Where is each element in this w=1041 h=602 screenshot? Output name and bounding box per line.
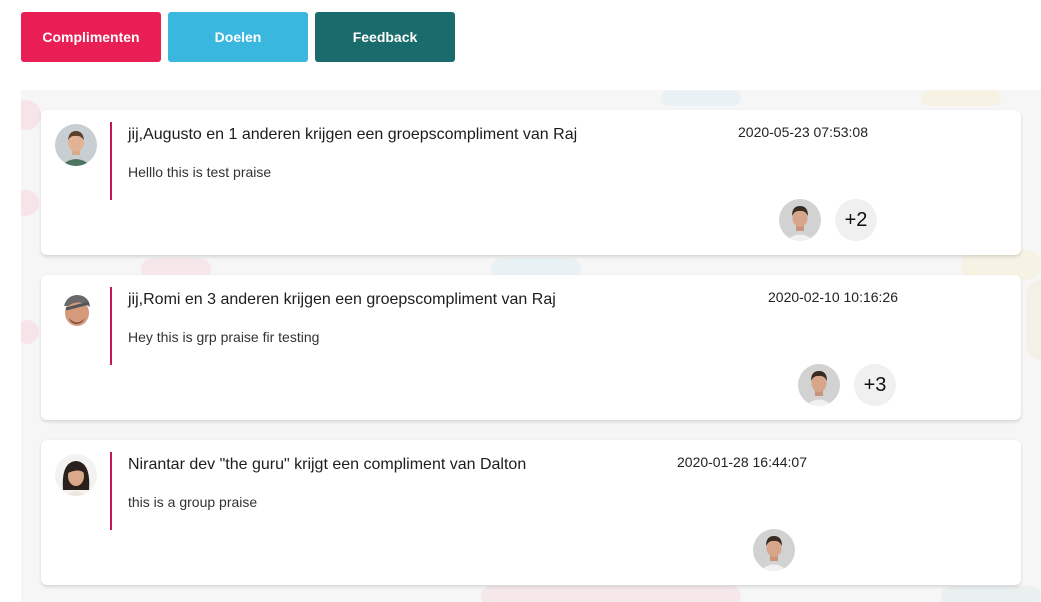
person-avatar-icon bbox=[779, 199, 821, 241]
compliment-message: this is a group praise bbox=[128, 494, 258, 510]
compliment-card: jij,Augusto en 1 anderen krijgen een gro… bbox=[41, 110, 1021, 255]
decor-blob bbox=[661, 90, 741, 106]
tab-doelen[interactable]: Doelen bbox=[168, 12, 308, 62]
person-avatar-icon bbox=[55, 289, 97, 331]
compliment-title: Nirantar dev "the guru" krijgt een compl… bbox=[128, 456, 527, 473]
decor-blob bbox=[481, 586, 741, 602]
sender-avatar bbox=[55, 454, 97, 496]
compliment-message: Helllo this is test praise bbox=[128, 164, 272, 180]
receiver-avatar[interactable] bbox=[798, 364, 840, 406]
person-avatar-icon bbox=[798, 364, 840, 406]
accent-divider bbox=[110, 452, 112, 530]
compliment-card: jij,Romi en 3 anderen krijgen een groeps… bbox=[41, 275, 1021, 420]
receiver-avatar[interactable] bbox=[779, 199, 821, 241]
decor-blob bbox=[921, 90, 1001, 106]
sender-avatar bbox=[55, 289, 97, 331]
compliment-title: jij,Augusto en 1 anderen krijgen een gro… bbox=[128, 126, 578, 143]
compliment-timestamp: 2020-01-28 16:44:07 bbox=[677, 454, 807, 470]
person-avatar-icon bbox=[55, 454, 97, 496]
decor-blob bbox=[21, 320, 39, 344]
person-avatar-icon bbox=[753, 529, 795, 571]
person-avatar-icon bbox=[55, 124, 97, 166]
decor-blob bbox=[1026, 280, 1041, 360]
receiver-avatar[interactable] bbox=[753, 529, 795, 571]
decor-blob bbox=[21, 190, 39, 216]
decor-blob bbox=[941, 586, 1041, 602]
accent-divider bbox=[110, 287, 112, 365]
compliment-timestamp: 2020-05-23 07:53:08 bbox=[738, 124, 868, 140]
more-receivers-button[interactable]: +3 bbox=[854, 364, 896, 406]
compliment-message: Hey this is grp praise fir testing bbox=[128, 329, 320, 345]
compliment-timestamp: 2020-02-10 10:16:26 bbox=[768, 289, 898, 305]
tab-complimenten[interactable]: Complimenten bbox=[21, 12, 161, 62]
accent-divider bbox=[110, 122, 112, 200]
more-receivers-button[interactable]: +2 bbox=[835, 199, 877, 241]
compliment-feed[interactable]: jij,Augusto en 1 anderen krijgen een gro… bbox=[21, 90, 1041, 602]
decor-blob bbox=[21, 100, 41, 130]
compliment-title: jij,Romi en 3 anderen krijgen een groeps… bbox=[128, 291, 556, 308]
sender-avatar bbox=[55, 124, 97, 166]
tab-feedback[interactable]: Feedback bbox=[315, 12, 455, 62]
compliment-card: Nirantar dev "the guru" krijgt een compl… bbox=[41, 440, 1021, 585]
